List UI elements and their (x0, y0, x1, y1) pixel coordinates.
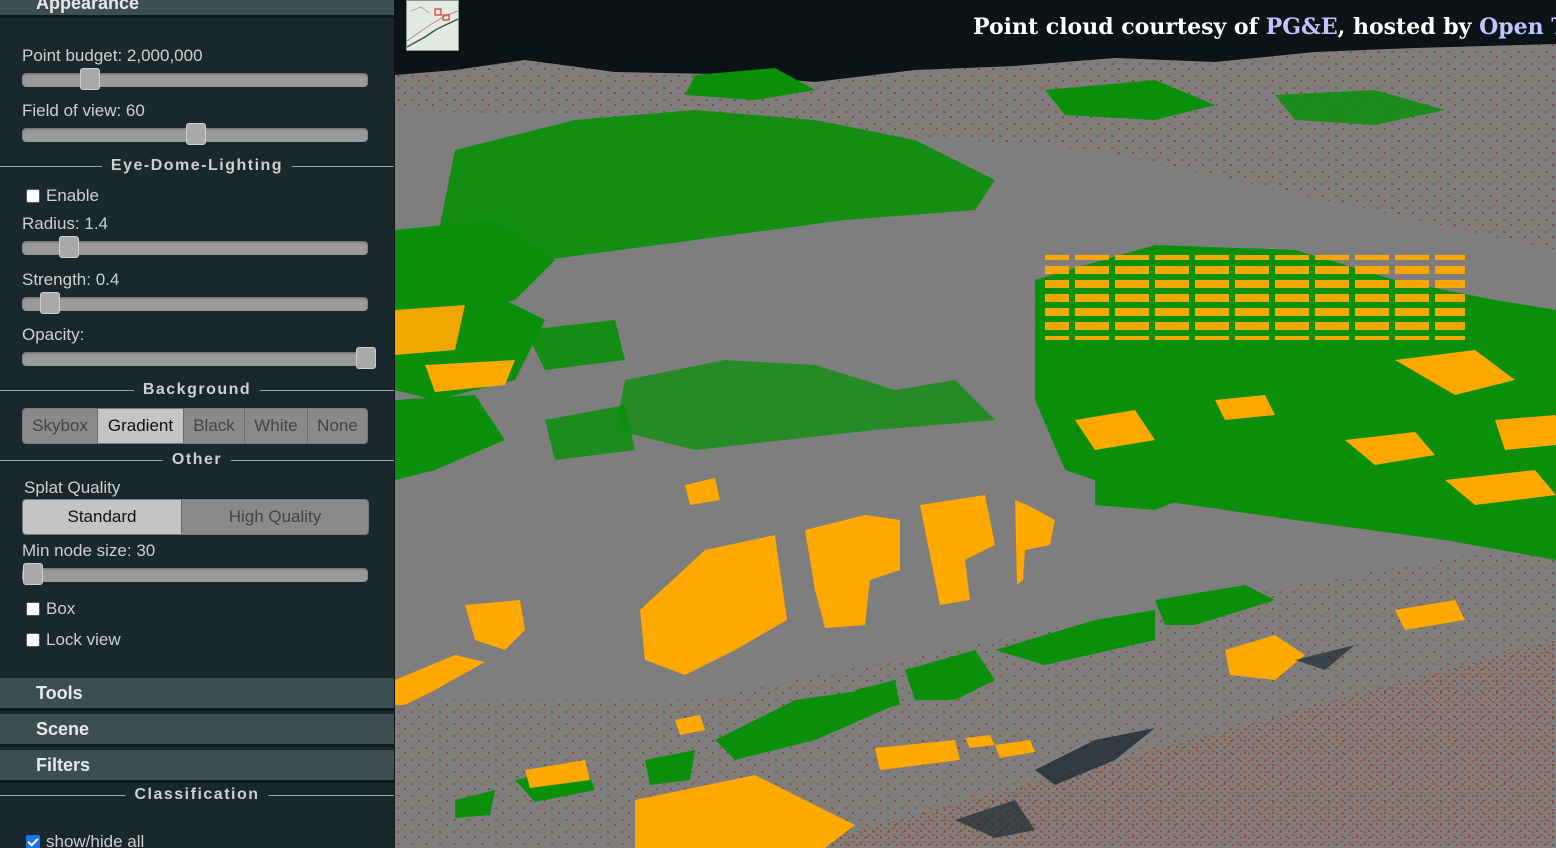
filters-header[interactable]: Filters (0, 750, 394, 783)
min-node-size-label: Min node size: 30 (22, 541, 156, 560)
field-of-view-label: Field of view: 60 (22, 101, 145, 120)
background-none-button[interactable]: None (308, 409, 367, 443)
background-gradient-button[interactable]: Gradient (98, 409, 184, 443)
field-of-view-slider[interactable] (22, 123, 368, 145)
sidebar: Appearance Point budget: 2,000,000 Field… (0, 0, 395, 848)
box-checkbox[interactable] (26, 602, 40, 616)
attribution-mid: , hosted by (1337, 14, 1480, 40)
scene-header[interactable]: Scene (0, 714, 394, 747)
minimap-thumbnail[interactable] (406, 0, 459, 51)
attribution-text: Point cloud courtesy of PG&E, hosted by … (973, 14, 1556, 40)
lock-view-label: Lock view (46, 630, 121, 649)
splat-high-quality-button[interactable]: High Quality (182, 500, 368, 534)
point-cloud-viewport[interactable]: Point cloud courtesy of PG&E, hosted by … (395, 0, 1556, 848)
point-cloud-render[interactable] (395, 0, 1556, 848)
splat-quality-button-group: Standard High Quality (22, 499, 369, 535)
edl-strength-slider[interactable] (22, 292, 368, 314)
box-label: Box (46, 599, 76, 618)
lock-view-checkbox[interactable] (26, 633, 40, 647)
edl-radius-slider-handle[interactable] (59, 236, 79, 258)
edl-enable-label: Enable (46, 186, 99, 205)
other-section-title: Other (162, 450, 232, 470)
edl-enable-row[interactable]: Enable (26, 186, 99, 206)
box-row[interactable]: Box (26, 599, 75, 619)
tools-header[interactable]: Tools (0, 678, 394, 711)
background-button-group: Skybox Gradient Black White None (22, 408, 368, 444)
point-budget-slider-handle[interactable] (80, 68, 100, 90)
attribution-prefix: Point cloud courtesy of (973, 14, 1266, 40)
show-hide-all-checkbox[interactable] (26, 835, 40, 848)
field-of-view-slider-handle[interactable] (186, 123, 206, 145)
classification-section-divider: Classification (0, 785, 394, 805)
classification-section-title: Classification (125, 785, 269, 805)
min-node-size-slider-handle[interactable] (23, 563, 43, 585)
splat-quality-label: Splat Quality (24, 478, 121, 497)
show-hide-all-row[interactable]: show/hide all (26, 832, 144, 848)
min-node-size-slider[interactable] (22, 563, 368, 585)
lock-view-row[interactable]: Lock view (26, 630, 121, 650)
edl-strength-label: Strength: 0.4 (22, 270, 120, 289)
splat-standard-button[interactable]: Standard (23, 500, 182, 534)
attribution-link-pge[interactable]: PG&E (1266, 14, 1338, 40)
background-black-button[interactable]: Black (184, 409, 245, 443)
background-section-title: Background (133, 380, 261, 400)
background-white-button[interactable]: White (245, 409, 308, 443)
edl-section-divider: Eye-Dome-Lighting (0, 156, 394, 176)
edl-strength-slider-handle[interactable] (40, 292, 60, 314)
point-budget-slider[interactable] (22, 68, 368, 90)
minimap-icon (406, 1, 459, 50)
appearance-header[interactable]: Appearance (0, 0, 394, 18)
edl-section-title: Eye-Dome-Lighting (101, 156, 293, 176)
other-section-divider: Other (0, 450, 394, 470)
edl-radius-label: Radius: 1.4 (22, 214, 108, 233)
point-budget-label: Point budget: 2,000,000 (22, 46, 203, 65)
background-section-divider: Background (0, 380, 394, 400)
edl-opacity-slider[interactable] (22, 347, 376, 369)
edl-opacity-label: Opacity: (22, 325, 85, 344)
edl-opacity-slider-handle[interactable] (356, 347, 376, 369)
show-hide-all-label: show/hide all (46, 832, 145, 848)
edl-radius-slider[interactable] (22, 236, 368, 258)
attribution-link-opentopography[interactable]: Open To (1479, 14, 1556, 40)
edl-enable-checkbox[interactable] (26, 189, 40, 203)
background-skybox-button[interactable]: Skybox (23, 409, 98, 443)
